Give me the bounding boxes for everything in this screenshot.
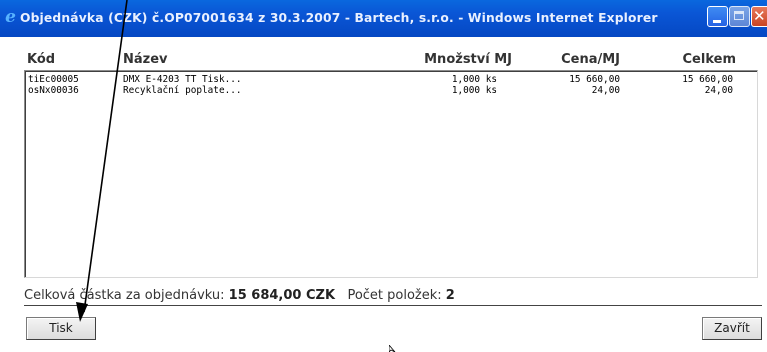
item-price: 24,00	[591, 85, 620, 96]
minimize-button[interactable]	[707, 6, 728, 27]
internet-explorer-icon: e	[5, 7, 16, 27]
summary-divider	[24, 305, 762, 306]
list-item[interactable]: tiEc00005 DMX E-4203 TT Tisk... 1,000 ks…	[25, 74, 757, 85]
window-title-bar[interactable]: e Objednávka (CZK) č.OP07001634 z 30.3.2…	[0, 0, 767, 37]
item-code: osNx00036	[28, 85, 79, 96]
maximize-button[interactable]	[729, 6, 750, 27]
column-header-code: Kód	[27, 52, 56, 67]
item-code: tiEc00005	[28, 74, 79, 85]
list-item[interactable]: osNx00036 Recyklační poplate... 1,000 ks…	[25, 85, 757, 96]
item-total: 24,00	[704, 85, 733, 96]
order-summary: Celková částka za objednávku: 15 684,00 …	[24, 288, 455, 303]
item-total: 15 660,00	[682, 74, 733, 85]
close-button[interactable]: Zavřít	[702, 317, 762, 340]
item-price: 15 660,00	[569, 74, 620, 85]
column-header-qty: Množství MJ	[424, 52, 512, 67]
item-name: DMX E-4203 TT Tisk...	[123, 74, 242, 85]
total-label: Celková částka za objednávku:	[24, 288, 225, 303]
column-header-name: Název	[123, 52, 168, 67]
column-header-price: Cena/MJ	[561, 52, 620, 67]
window-close-button[interactable]	[751, 6, 767, 27]
count-label: Počet položek:	[347, 288, 442, 303]
item-qty: 1,000 ks	[451, 85, 497, 96]
mouse-cursor-icon	[389, 345, 396, 352]
count-value: 2	[445, 288, 455, 303]
item-name: Recyklační poplate...	[123, 85, 242, 96]
column-header-total: Celkem	[682, 52, 736, 67]
items-list[interactable]: tiEc00005 DMX E-4203 TT Tisk... 1,000 ks…	[24, 70, 758, 278]
item-qty: 1,000 ks	[451, 74, 497, 85]
window-title: Objednávka (CZK) č.OP07001634 z 30.3.200…	[20, 11, 658, 25]
total-value: 15 684,00 CZK	[228, 288, 336, 303]
print-button[interactable]: Tisk	[26, 317, 96, 340]
